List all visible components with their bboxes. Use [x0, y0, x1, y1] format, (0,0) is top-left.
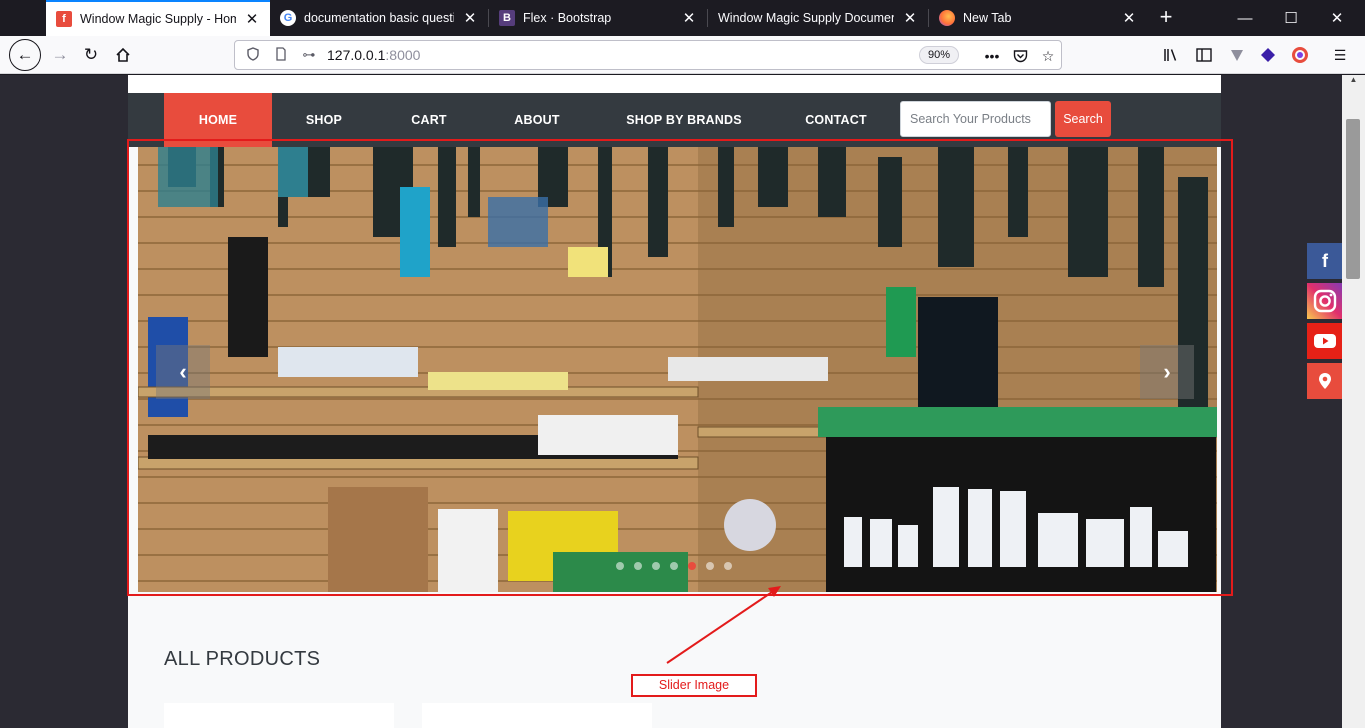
tab-title: Window Magic Supply - Home [80, 12, 236, 26]
color-picker-extension-icon[interactable] [1289, 44, 1311, 66]
close-tab-icon[interactable]: ✕ [1121, 9, 1137, 27]
extension-diamond-icon[interactable] [1257, 44, 1279, 66]
new-tab-plus-icon[interactable]: + [1152, 3, 1180, 31]
minimize-window-icon[interactable]: — [1222, 0, 1268, 36]
site-navbar: HOME SHOP CART ABOUT SHOP BY BRANDS CONT… [128, 93, 1221, 147]
scrollbar-thumb[interactable] [1346, 119, 1360, 279]
reload-icon[interactable]: ↻ [76, 40, 106, 70]
forward-arrow-icon[interactable]: → [45, 40, 75, 70]
menu-home[interactable]: HOME [164, 93, 272, 147]
maximize-window-icon[interactable]: ☐ [1268, 0, 1314, 36]
facebook-icon[interactable]: f [1307, 243, 1343, 279]
product-card[interactable] [164, 703, 394, 728]
slider-indicator-dot[interactable] [724, 562, 732, 570]
menu-about[interactable]: ABOUT [494, 93, 580, 147]
page-icon [271, 46, 291, 64]
url-port: :8000 [385, 47, 421, 63]
zoom-level-badge[interactable]: 90% [919, 46, 960, 64]
menu-contact[interactable]: CONTACT [792, 93, 880, 147]
close-tab-icon[interactable]: ✕ [902, 9, 918, 27]
location-pin-icon[interactable] [1307, 363, 1343, 399]
close-tab-icon[interactable]: ✕ [462, 9, 478, 27]
section-heading-all-products: ALL PRODUCTS [164, 648, 321, 670]
vpn-extension-icon[interactable] [1226, 44, 1248, 66]
home-icon[interactable] [108, 40, 138, 70]
scroll-up-arrow-icon[interactable]: ▲ [1342, 75, 1365, 89]
browser-toolbar: ← → ↻ ⊶ 127.0.0.1:8000 90% ••• ☆ ☰ [0, 36, 1365, 74]
tab-window-magic-docs[interactable]: Window Magic Supply Documentation ✕ [708, 0, 928, 36]
hero-slider[interactable]: ‹ › [138, 147, 1217, 592]
address-bar[interactable]: ⊶ 127.0.0.1:8000 90% ••• ☆ [234, 40, 1062, 70]
menu-shop-by-brands[interactable]: SHOP BY BRANDS [614, 93, 754, 147]
slider-indicator-dot[interactable] [706, 562, 714, 570]
instagram-icon[interactable] [1307, 283, 1343, 319]
search-button[interactable]: Search [1055, 101, 1111, 137]
tab-new-tab[interactable]: New Tab ✕ [929, 0, 1147, 36]
sidebar-icon[interactable] [1193, 44, 1215, 66]
youtube-icon[interactable] [1307, 323, 1343, 359]
close-tab-icon[interactable]: ✕ [681, 9, 697, 27]
site-permissions-icon[interactable]: ⊶ [299, 47, 319, 63]
back-arrow-icon[interactable]: ← [9, 39, 41, 71]
pocket-icon[interactable] [1009, 45, 1031, 67]
tracking-shield-icon[interactable] [243, 46, 263, 64]
tab-flex-bootstrap[interactable]: B Flex · Bootstrap ✕ [489, 0, 707, 36]
site-container: HOME SHOP CART ABOUT SHOP BY BRANDS CONT… [128, 75, 1221, 728]
site-favicon-icon: f [56, 11, 72, 27]
tab-title: Window Magic Supply Documentation [718, 11, 894, 25]
url-host: 127.0.0.1 [327, 47, 386, 63]
page-scrollbar[interactable]: ▲ [1342, 75, 1365, 728]
annotation-label: Slider Image [631, 674, 757, 697]
tab-documentation-question[interactable]: G documentation basic question ✕ [270, 0, 488, 36]
browser-tab-strip: f Window Magic Supply - Home ✕ G documen… [0, 0, 1365, 36]
bookmark-star-icon[interactable]: ☆ [1037, 45, 1059, 67]
site-top-band [128, 75, 1221, 93]
slider-indicators [616, 562, 732, 570]
firefox-icon [939, 10, 955, 26]
tab-title: documentation basic question [304, 11, 454, 25]
slider-image [138, 147, 1217, 592]
slider-indicator-dot-active[interactable] [688, 562, 696, 570]
library-icon[interactable] [1160, 44, 1182, 66]
tab-title: Flex · Bootstrap [523, 11, 612, 25]
bootstrap-icon: B [499, 10, 515, 26]
tab-window-magic-home[interactable]: f Window Magic Supply - Home ✕ [46, 0, 270, 36]
page-actions-icon[interactable]: ••• [981, 45, 1003, 67]
slider-next-chevron-icon[interactable]: › [1140, 345, 1194, 399]
menu-cart[interactable]: CART [390, 93, 468, 147]
hamburger-menu-icon[interactable]: ☰ [1329, 44, 1351, 66]
slider-indicator-dot[interactable] [652, 562, 660, 570]
google-icon: G [280, 10, 296, 26]
close-tab-icon[interactable]: ✕ [244, 10, 260, 28]
product-search-input[interactable] [900, 101, 1051, 137]
tab-title: New Tab [963, 11, 1012, 25]
page-viewport: HOME SHOP CART ABOUT SHOP BY BRANDS CONT… [0, 75, 1342, 728]
slider-indicator-dot[interactable] [616, 562, 624, 570]
product-card[interactable] [422, 703, 652, 728]
close-window-icon[interactable]: ✕ [1314, 0, 1360, 36]
slider-indicator-dot[interactable] [670, 562, 678, 570]
slider-indicator-dot[interactable] [634, 562, 642, 570]
menu-shop[interactable]: SHOP [280, 93, 368, 147]
slider-prev-chevron-icon[interactable]: ‹ [156, 345, 210, 399]
